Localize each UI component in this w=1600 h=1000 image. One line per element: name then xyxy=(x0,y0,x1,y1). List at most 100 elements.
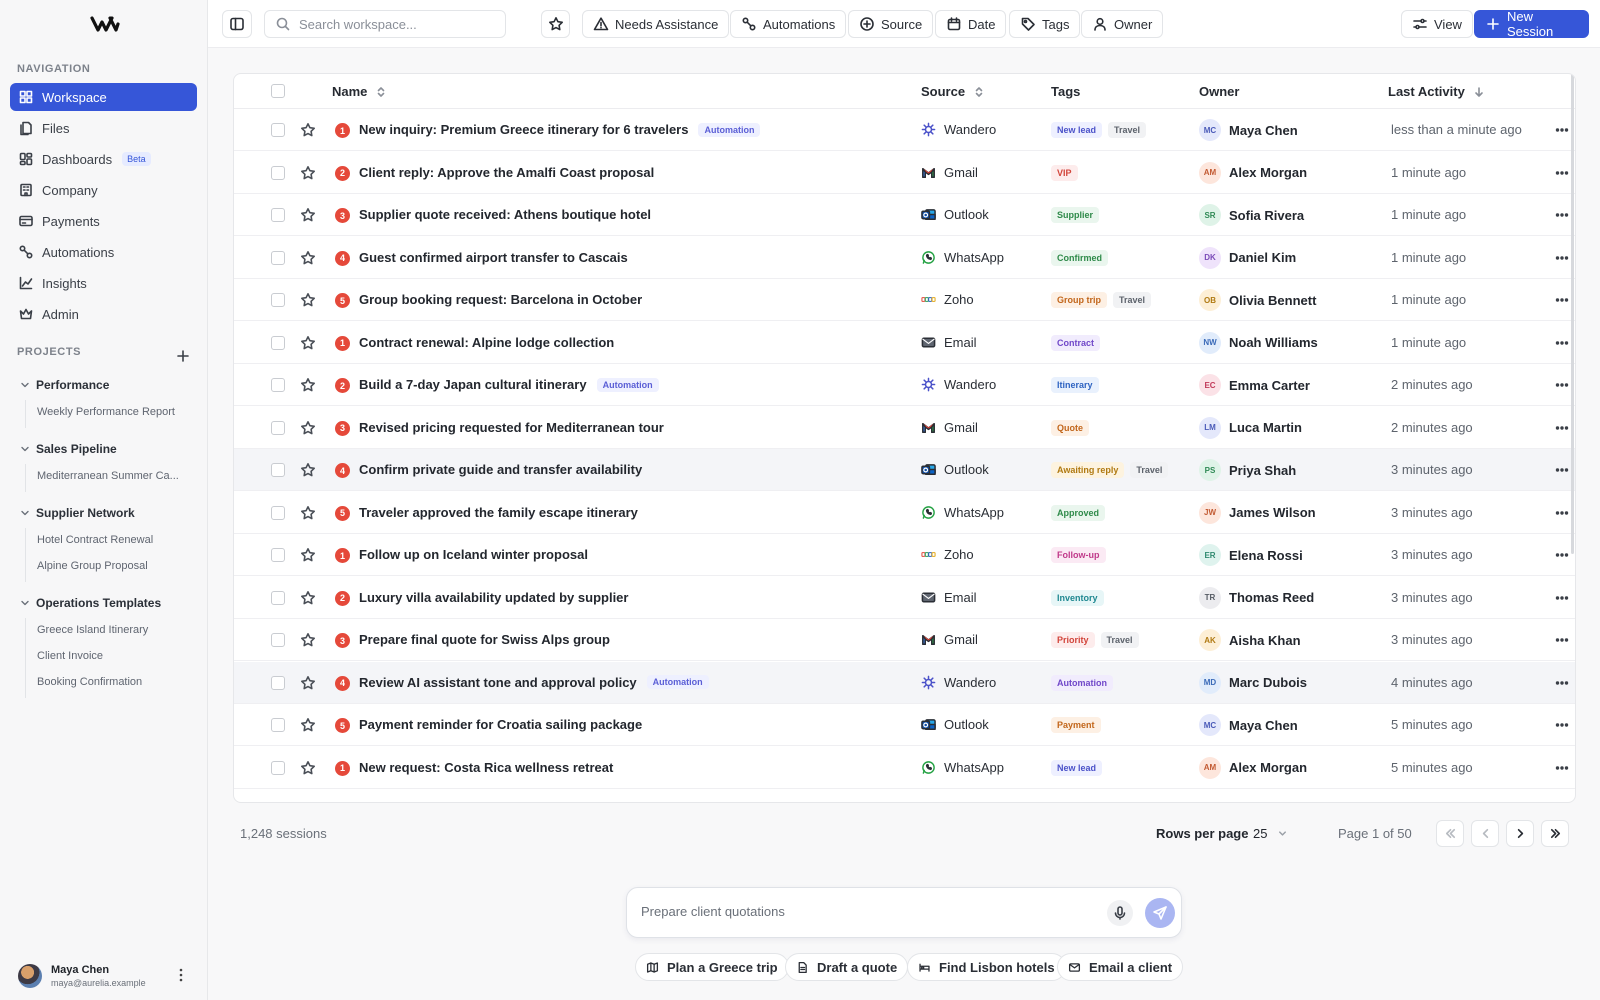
more-options-icon[interactable] xyxy=(1554,377,1570,393)
more-options-icon[interactable] xyxy=(1554,122,1570,138)
star-icon[interactable] xyxy=(300,632,316,648)
tag-badge[interactable]: Automation xyxy=(1051,674,1113,691)
sidebar-item-payments[interactable]: Payments xyxy=(10,207,197,235)
table-row[interactable]: 3 Supplier quote received: Athens boutiq… xyxy=(234,194,1575,236)
session-name[interactable]: Prepare final quote for Swiss Alps group xyxy=(359,632,610,647)
table-row[interactable]: 1 New inquiry: Premium Greece itinerary … xyxy=(234,109,1575,151)
session-name[interactable]: Traveler approved the family escape itin… xyxy=(359,505,638,520)
new-session-button[interactable]: New Session xyxy=(1474,9,1589,39)
table-row[interactable]: 1 Contract renewal: Alpine lodge collect… xyxy=(234,322,1575,364)
row-checkbox[interactable] xyxy=(271,123,285,137)
owner-cell[interactable]: AM Alex Morgan xyxy=(1199,161,1307,184)
more-options-icon[interactable] xyxy=(1554,462,1570,478)
owner-cell[interactable]: ER Elena Rossi xyxy=(1199,544,1303,566)
tag-badge[interactable]: Quote xyxy=(1051,419,1089,436)
session-name[interactable]: Follow up on Iceland winter proposal xyxy=(359,547,588,562)
more-options-icon[interactable] xyxy=(1554,292,1570,308)
more-options-icon[interactable] xyxy=(1554,250,1570,266)
project-group-toggle[interactable]: Performance xyxy=(20,378,109,392)
send-button[interactable] xyxy=(1145,898,1175,928)
filter-tags[interactable]: Tags xyxy=(1009,10,1081,38)
table-row[interactable]: 2 Build a 7-day Japan cultural itinerary… xyxy=(234,364,1575,406)
project-group-toggle[interactable]: Operations Templates xyxy=(20,596,161,610)
more-options-icon[interactable] xyxy=(1554,760,1570,776)
column-source[interactable]: Source xyxy=(921,84,985,99)
owner-cell[interactable]: MC Maya Chen xyxy=(1199,119,1298,141)
project-group-toggle[interactable]: Supplier Network xyxy=(20,506,135,520)
row-checkbox[interactable] xyxy=(271,293,285,307)
owner-cell[interactable]: MD Marc Dubois xyxy=(1199,671,1307,694)
tag-badge[interactable]: Travel xyxy=(1100,632,1139,648)
next-page-button[interactable] xyxy=(1506,820,1534,847)
owner-cell[interactable]: AK Aisha Khan xyxy=(1199,629,1301,651)
more-options-icon[interactable] xyxy=(1554,717,1570,733)
filter-owner[interactable]: Owner xyxy=(1081,10,1164,38)
sidebar-toggle-button[interactable] xyxy=(222,10,252,38)
tag-badge[interactable]: Priority xyxy=(1051,632,1095,648)
project-group-toggle[interactable]: Sales Pipeline xyxy=(20,442,117,456)
session-name[interactable]: Revised pricing requested for Mediterran… xyxy=(359,420,664,435)
first-page-button[interactable] xyxy=(1436,820,1464,847)
owner-cell[interactable]: DK Daniel Kim xyxy=(1199,246,1296,269)
table-row[interactable]: 1 Follow up on Iceland winter proposal Z… xyxy=(234,534,1575,576)
tag-badge[interactable]: New lead xyxy=(1051,122,1103,138)
sidebar-item-company[interactable]: Company xyxy=(10,176,197,204)
row-checkbox[interactable] xyxy=(271,590,285,605)
star-icon[interactable] xyxy=(300,250,316,266)
table-row[interactable]: 4 Guest confirmed airport transfer to Ca… xyxy=(234,237,1575,279)
star-icon[interactable] xyxy=(300,122,316,138)
project-item[interactable]: Booking Confirmation xyxy=(37,676,142,688)
filter-needs-assistance[interactable]: Needs Assistance xyxy=(582,10,730,38)
column-name[interactable]: Name xyxy=(332,84,387,99)
column-tags[interactable]: Tags xyxy=(1051,84,1080,99)
session-name[interactable]: Contract renewal: Alpine lodge collectio… xyxy=(359,335,614,350)
project-item[interactable]: Hotel Contract Renewal xyxy=(37,534,153,546)
star-icon[interactable] xyxy=(300,420,316,436)
more-options-icon[interactable] xyxy=(1554,675,1570,691)
column-owner[interactable]: Owner xyxy=(1199,84,1239,99)
session-name[interactable]: New inquiry: Premium Greece itinerary fo… xyxy=(359,122,761,137)
previous-page-button[interactable] xyxy=(1471,820,1499,847)
suggestion-chip[interactable]: Plan a Greece trip xyxy=(635,953,789,981)
owner-cell[interactable]: EC Emma Carter xyxy=(1199,374,1310,396)
filter-date[interactable]: Date xyxy=(935,10,1007,38)
filter-automations[interactable]: Automations xyxy=(730,10,847,38)
table-row[interactable]: 2 Luxury villa availability updated by s… xyxy=(234,577,1575,619)
view-button[interactable]: View xyxy=(1401,10,1473,38)
row-checkbox[interactable] xyxy=(271,675,285,690)
tag-badge[interactable]: Payment xyxy=(1051,717,1101,733)
table-row[interactable]: 3 Prepare final quote for Swiss Alps gro… xyxy=(234,619,1575,661)
suggestion-chip[interactable]: Draft a quote xyxy=(785,953,909,981)
suggestion-chip[interactable]: Email a client xyxy=(1057,953,1184,981)
more-options-icon[interactable] xyxy=(1554,505,1570,521)
star-icon[interactable] xyxy=(300,207,316,223)
table-row[interactable]: 3 Revised pricing requested for Mediterr… xyxy=(234,407,1575,449)
session-name[interactable]: New request: Costa Rica wellness retreat xyxy=(359,760,613,775)
rows-per-page-select[interactable]: 25 xyxy=(1253,820,1303,846)
row-checkbox[interactable] xyxy=(271,335,285,350)
project-item[interactable]: Client Invoice xyxy=(37,650,103,662)
more-options-icon[interactable] xyxy=(1554,420,1570,436)
row-checkbox[interactable] xyxy=(271,208,285,222)
search-input[interactable] xyxy=(299,16,489,32)
user-profile[interactable]: Maya Chen maya@aurelia.example xyxy=(18,960,198,992)
more-options-icon[interactable] xyxy=(1554,207,1570,223)
project-item[interactable]: Alpine Group Proposal xyxy=(37,560,148,572)
star-icon[interactable] xyxy=(300,547,316,563)
favorites-filter-button[interactable] xyxy=(541,10,570,38)
session-name[interactable]: Luxury villa availability updated by sup… xyxy=(359,590,628,605)
session-name[interactable]: Build a 7-day Japan cultural itinerary A… xyxy=(359,377,659,392)
tag-badge[interactable]: Confirmed xyxy=(1051,249,1108,266)
row-checkbox[interactable] xyxy=(271,165,285,180)
table-row[interactable]: 4 Confirm private guide and transfer ava… xyxy=(234,449,1575,491)
select-all-checkbox[interactable] xyxy=(271,84,285,98)
search-box[interactable] xyxy=(264,10,506,38)
row-checkbox[interactable] xyxy=(271,505,285,520)
microphone-button[interactable] xyxy=(1107,900,1133,926)
table-row[interactable]: 5 Traveler approved the family escape it… xyxy=(234,492,1575,534)
tag-badge[interactable]: Travel xyxy=(1108,122,1147,138)
tag-badge[interactable]: Group trip xyxy=(1051,292,1107,308)
owner-cell[interactable]: MC Maya Chen xyxy=(1199,714,1298,736)
star-icon[interactable] xyxy=(300,462,316,478)
suggestion-chip[interactable]: Find Lisbon hotels xyxy=(907,953,1066,981)
